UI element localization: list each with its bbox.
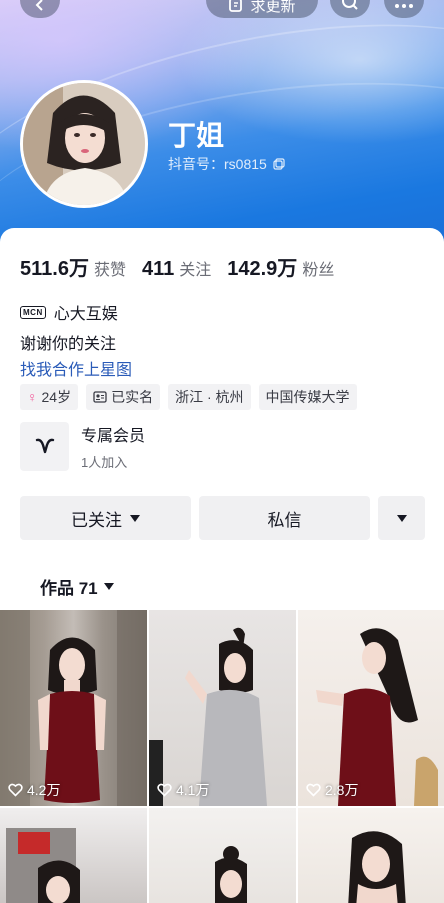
- video-thumbnail: [149, 627, 267, 806]
- nickname: 丁姐: [168, 120, 225, 151]
- back-button[interactable]: [20, 0, 60, 18]
- video-likes: 4.1万: [157, 780, 209, 800]
- more-button[interactable]: [384, 0, 424, 18]
- bio-text: 谢谢你的关注: [20, 336, 117, 353]
- video-thumbnail: [316, 628, 438, 806]
- stat-followers-number: 142.9万: [227, 258, 298, 280]
- chevron-left-icon: [35, 0, 43, 11]
- video-likes: 2.8万: [306, 780, 358, 800]
- school-tag[interactable]: 中国传媒大学: [258, 384, 357, 410]
- stat-likes[interactable]: 511.6万 获赞: [20, 252, 126, 281]
- location-tag-label: 浙江 · 杭州: [175, 389, 244, 405]
- v-heart-icon: [35, 438, 54, 453]
- caret-down-icon: [103, 583, 114, 590]
- search-icon: [342, 0, 358, 10]
- caret-down-icon: [396, 514, 407, 522]
- recommend-dropdown-button[interactable]: [378, 496, 425, 540]
- caret-down-icon: [130, 514, 140, 522]
- request-update-button[interactable]: 求更新: [206, 0, 318, 18]
- action-row: 已关注 私信: [20, 496, 425, 540]
- video-tile[interactable]: [149, 808, 296, 903]
- mcn-row[interactable]: MCN 心大互娱: [20, 300, 118, 324]
- member-icon: [20, 422, 69, 471]
- tab-works[interactable]: 作品 71: [40, 574, 114, 599]
- stat-likes-number: 511.6万: [20, 258, 89, 280]
- mcn-badge: MCN: [20, 305, 46, 319]
- search-button[interactable]: [330, 0, 370, 18]
- school-tag-label: 中国传媒大学: [265, 389, 350, 405]
- more-icon: [395, 4, 413, 8]
- douyin-id[interactable]: 抖音号：rs0815: [168, 154, 285, 174]
- video-thumbnail: [215, 846, 247, 903]
- video-tile[interactable]: 4.1万: [149, 610, 296, 806]
- video-likes: 4.2万: [8, 780, 60, 800]
- heart-icon: [8, 783, 23, 797]
- heart-icon: [157, 783, 172, 797]
- id-card-icon: [93, 391, 107, 403]
- message-label: 私信: [267, 510, 302, 530]
- message-button[interactable]: 私信: [199, 496, 370, 540]
- member-entry[interactable]: 专属会员 1人加入: [20, 422, 145, 471]
- stat-followers[interactable]: 142.9万 粉丝: [227, 252, 334, 281]
- mcn-name: 心大互娱: [53, 306, 118, 323]
- member-title: 专属会员: [81, 428, 146, 445]
- followed-button[interactable]: 已关注: [20, 496, 191, 540]
- member-subtitle: 1人加入: [81, 455, 128, 470]
- video-thumbnail: [0, 610, 147, 806]
- stat-following-label: 关注: [179, 262, 212, 279]
- douyin-id-text: 抖音号：rs0815: [168, 156, 267, 172]
- avatar-photo: [23, 83, 145, 205]
- female-icon: ♀: [27, 389, 38, 405]
- video-tile[interactable]: [298, 808, 444, 903]
- video-tile[interactable]: 2.8万: [298, 610, 444, 806]
- verified-tag: 已实名: [86, 384, 161, 410]
- verified-tag-label: 已实名: [111, 389, 154, 405]
- avatar[interactable]: [20, 80, 148, 208]
- video-thumbnail: [348, 831, 406, 903]
- profile-header-background: 求更新 丁姐 抖音号：rs0815: [0, 0, 444, 250]
- profile-card: 511.6万 获赞 411 关注 142.9万 粉丝 MCN 心大互娱 谢谢你的…: [0, 228, 444, 903]
- stat-likes-label: 获赞: [93, 262, 126, 279]
- stat-followers-label: 粉丝: [302, 262, 335, 279]
- tag-row: ♀ 24岁 已实名 浙江 · 杭州 中国传媒大学: [20, 384, 357, 410]
- stat-following-number: 411: [141, 258, 175, 280]
- followed-label: 已关注: [71, 510, 122, 530]
- video-thumbnail: [6, 828, 80, 903]
- copy-icon[interactable]: [273, 158, 285, 170]
- stats-row: 511.6万 获赞 411 关注 142.9万 粉丝: [20, 252, 334, 281]
- video-likes-count: 2.8万: [325, 782, 359, 798]
- xingtu-link[interactable]: 找我合作上星图: [20, 356, 132, 380]
- video-grid: 4.2万 4.1万 2.8万: [0, 610, 444, 903]
- video-tile[interactable]: 4.2万: [0, 610, 147, 806]
- request-update-label: 求更新: [250, 0, 296, 15]
- age-tag-label: 24岁: [41, 389, 72, 405]
- video-likes-count: 4.2万: [27, 782, 61, 798]
- video-tile[interactable]: [0, 808, 147, 903]
- stat-following[interactable]: 411 关注: [142, 256, 211, 281]
- location-tag: 浙江 · 杭州: [168, 384, 251, 410]
- age-tag: ♀ 24岁: [20, 384, 79, 410]
- update-icon: [229, 0, 243, 12]
- heart-icon: [306, 783, 321, 797]
- tab-works-label: 作品 71: [40, 579, 98, 598]
- video-likes-count: 4.1万: [176, 782, 210, 798]
